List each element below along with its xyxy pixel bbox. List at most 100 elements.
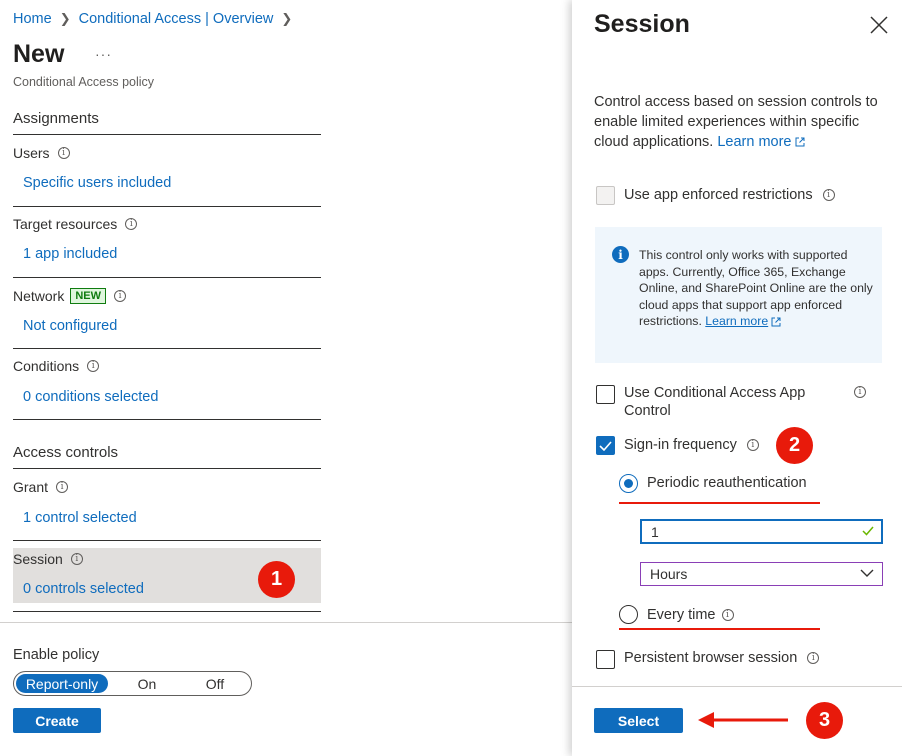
conditions-label: Conditions i bbox=[13, 358, 100, 374]
annotation-badge-2: 2 bbox=[776, 427, 813, 464]
page-subtitle: Conditional Access policy bbox=[13, 75, 155, 89]
info-learn-more-link[interactable]: Learn more bbox=[705, 314, 781, 328]
every-time-radio[interactable] bbox=[619, 605, 638, 624]
users-value-link[interactable]: Specific users included bbox=[23, 175, 171, 191]
breadcrumb-home[interactable]: Home bbox=[13, 11, 52, 27]
target-resources-value-link[interactable]: 1 app included bbox=[23, 246, 117, 262]
info-icon[interactable]: i bbox=[70, 553, 83, 565]
persistent-session-checkbox[interactable] bbox=[596, 650, 615, 669]
panel-title: Session bbox=[594, 10, 690, 38]
annotation-underline bbox=[619, 628, 820, 630]
checkmark-icon bbox=[862, 526, 874, 536]
info-icon[interactable]: i bbox=[87, 360, 100, 372]
grant-label-text: Grant bbox=[13, 479, 49, 495]
info-filled-icon: i bbox=[612, 246, 629, 263]
select-button[interactable]: Select bbox=[594, 708, 683, 733]
info-icon[interactable]: i bbox=[746, 439, 759, 451]
info-icon[interactable]: i bbox=[56, 481, 69, 493]
annotation-badge-3: 3 bbox=[806, 702, 843, 739]
assignments-heading: Assignments bbox=[13, 110, 99, 127]
toggle-off[interactable]: Off bbox=[190, 674, 240, 693]
conditions-value-link[interactable]: 0 conditions selected bbox=[23, 389, 158, 405]
frequency-value-input[interactable]: 1 bbox=[640, 519, 883, 544]
conditions-label-text: Conditions bbox=[13, 358, 80, 374]
divider bbox=[13, 348, 321, 349]
info-icon[interactable]: i bbox=[114, 290, 127, 302]
frequency-value: 1 bbox=[651, 523, 659, 540]
persistent-session-label: Persistent browser session i bbox=[624, 649, 820, 667]
external-link-icon bbox=[795, 137, 804, 147]
panel-description: Control access based on session controls… bbox=[594, 92, 884, 152]
toggle-report-only[interactable]: Report-only bbox=[16, 674, 108, 693]
session-panel: Session Control access based on session … bbox=[572, 0, 902, 756]
info-message-text: This control only works with supported a… bbox=[639, 247, 874, 330]
app-enforced-checkbox[interactable] bbox=[596, 186, 615, 205]
info-icon[interactable]: i bbox=[57, 147, 70, 159]
info-icon[interactable]: i bbox=[822, 189, 835, 201]
divider bbox=[13, 419, 321, 420]
periodic-label: Periodic reauthentication bbox=[647, 475, 807, 491]
panel-footer-divider bbox=[572, 686, 902, 687]
checkmark-icon bbox=[599, 440, 612, 451]
session-label: Session i bbox=[13, 551, 83, 567]
every-time-label-text: Every time bbox=[647, 607, 716, 623]
breadcrumb-overview[interactable]: Conditional Access | Overview bbox=[79, 11, 274, 27]
frequency-unit-select[interactable]: Hours bbox=[640, 562, 883, 586]
app-control-checkbox[interactable] bbox=[596, 385, 615, 404]
access-controls-heading: Access controls bbox=[13, 444, 119, 461]
annotation-badge-1: 1 bbox=[258, 561, 295, 598]
breadcrumb: Home ❯ Conditional Access | Overview ❯ bbox=[13, 11, 292, 27]
chevron-down-icon bbox=[860, 569, 874, 577]
target-resources-label: Target resources i bbox=[13, 216, 138, 232]
enable-policy-toggle: Report-only On Off bbox=[13, 671, 252, 696]
app-enforced-label-text: Use app enforced restrictions bbox=[624, 187, 813, 203]
session-value-link[interactable]: 0 controls selected bbox=[23, 581, 144, 597]
policy-editor: Home ❯ Conditional Access | Overview ❯ N… bbox=[0, 0, 572, 756]
more-options-button[interactable]: ··· bbox=[95, 46, 112, 62]
persistent-session-label-text: Persistent browser session bbox=[624, 650, 798, 666]
divider bbox=[13, 206, 321, 207]
arrow-left-icon bbox=[698, 712, 788, 728]
info-message: i This control only works with supported… bbox=[595, 227, 882, 363]
external-link-icon bbox=[771, 317, 781, 327]
learn-more-text: Learn more bbox=[717, 134, 792, 150]
info-learn-more-text: Learn more bbox=[705, 314, 769, 328]
frequency-unit: Hours bbox=[650, 566, 688, 582]
signin-frequency-label: Sign-in frequency i bbox=[624, 436, 759, 454]
signin-frequency-label-text: Sign-in frequency bbox=[624, 437, 737, 453]
network-label-text: Network bbox=[13, 288, 65, 304]
divider bbox=[13, 277, 321, 278]
app-control-label: Use Conditional Access App Control bbox=[624, 385, 806, 419]
session-label-text: Session bbox=[13, 551, 63, 567]
info-icon[interactable]: i bbox=[125, 218, 138, 230]
every-time-label: Every time i bbox=[647, 606, 734, 624]
page-title: New bbox=[13, 40, 65, 68]
periodic-radio[interactable] bbox=[619, 474, 638, 493]
divider bbox=[13, 134, 321, 135]
annotation-underline bbox=[619, 502, 820, 504]
info-icon[interactable]: i bbox=[721, 609, 734, 621]
signin-frequency-checkbox[interactable] bbox=[596, 436, 615, 455]
info-icon[interactable]: i bbox=[807, 652, 820, 664]
grant-label: Grant i bbox=[13, 479, 69, 495]
users-label-text: Users bbox=[13, 145, 50, 161]
chevron-right-icon: ❯ bbox=[281, 11, 293, 26]
users-label: Users i bbox=[13, 145, 70, 161]
create-button[interactable]: Create bbox=[13, 708, 101, 733]
divider bbox=[13, 611, 321, 612]
footer-divider bbox=[0, 622, 572, 623]
divider bbox=[13, 468, 321, 469]
network-value-link[interactable]: Not configured bbox=[23, 318, 117, 334]
app-enforced-label: Use app enforced restrictions i bbox=[624, 186, 835, 204]
learn-more-link[interactable]: Learn more bbox=[717, 134, 804, 150]
info-icon[interactable]: i bbox=[854, 386, 866, 398]
divider bbox=[13, 540, 321, 541]
new-badge: NEW bbox=[70, 288, 107, 304]
toggle-on[interactable]: On bbox=[122, 674, 172, 693]
chevron-right-icon: ❯ bbox=[59, 11, 71, 26]
close-icon[interactable] bbox=[868, 14, 890, 36]
target-resources-label-text: Target resources bbox=[13, 216, 118, 232]
network-label: Network NEW i bbox=[13, 288, 127, 304]
grant-value-link[interactable]: 1 control selected bbox=[23, 510, 137, 526]
enable-policy-label: Enable policy bbox=[13, 647, 100, 663]
